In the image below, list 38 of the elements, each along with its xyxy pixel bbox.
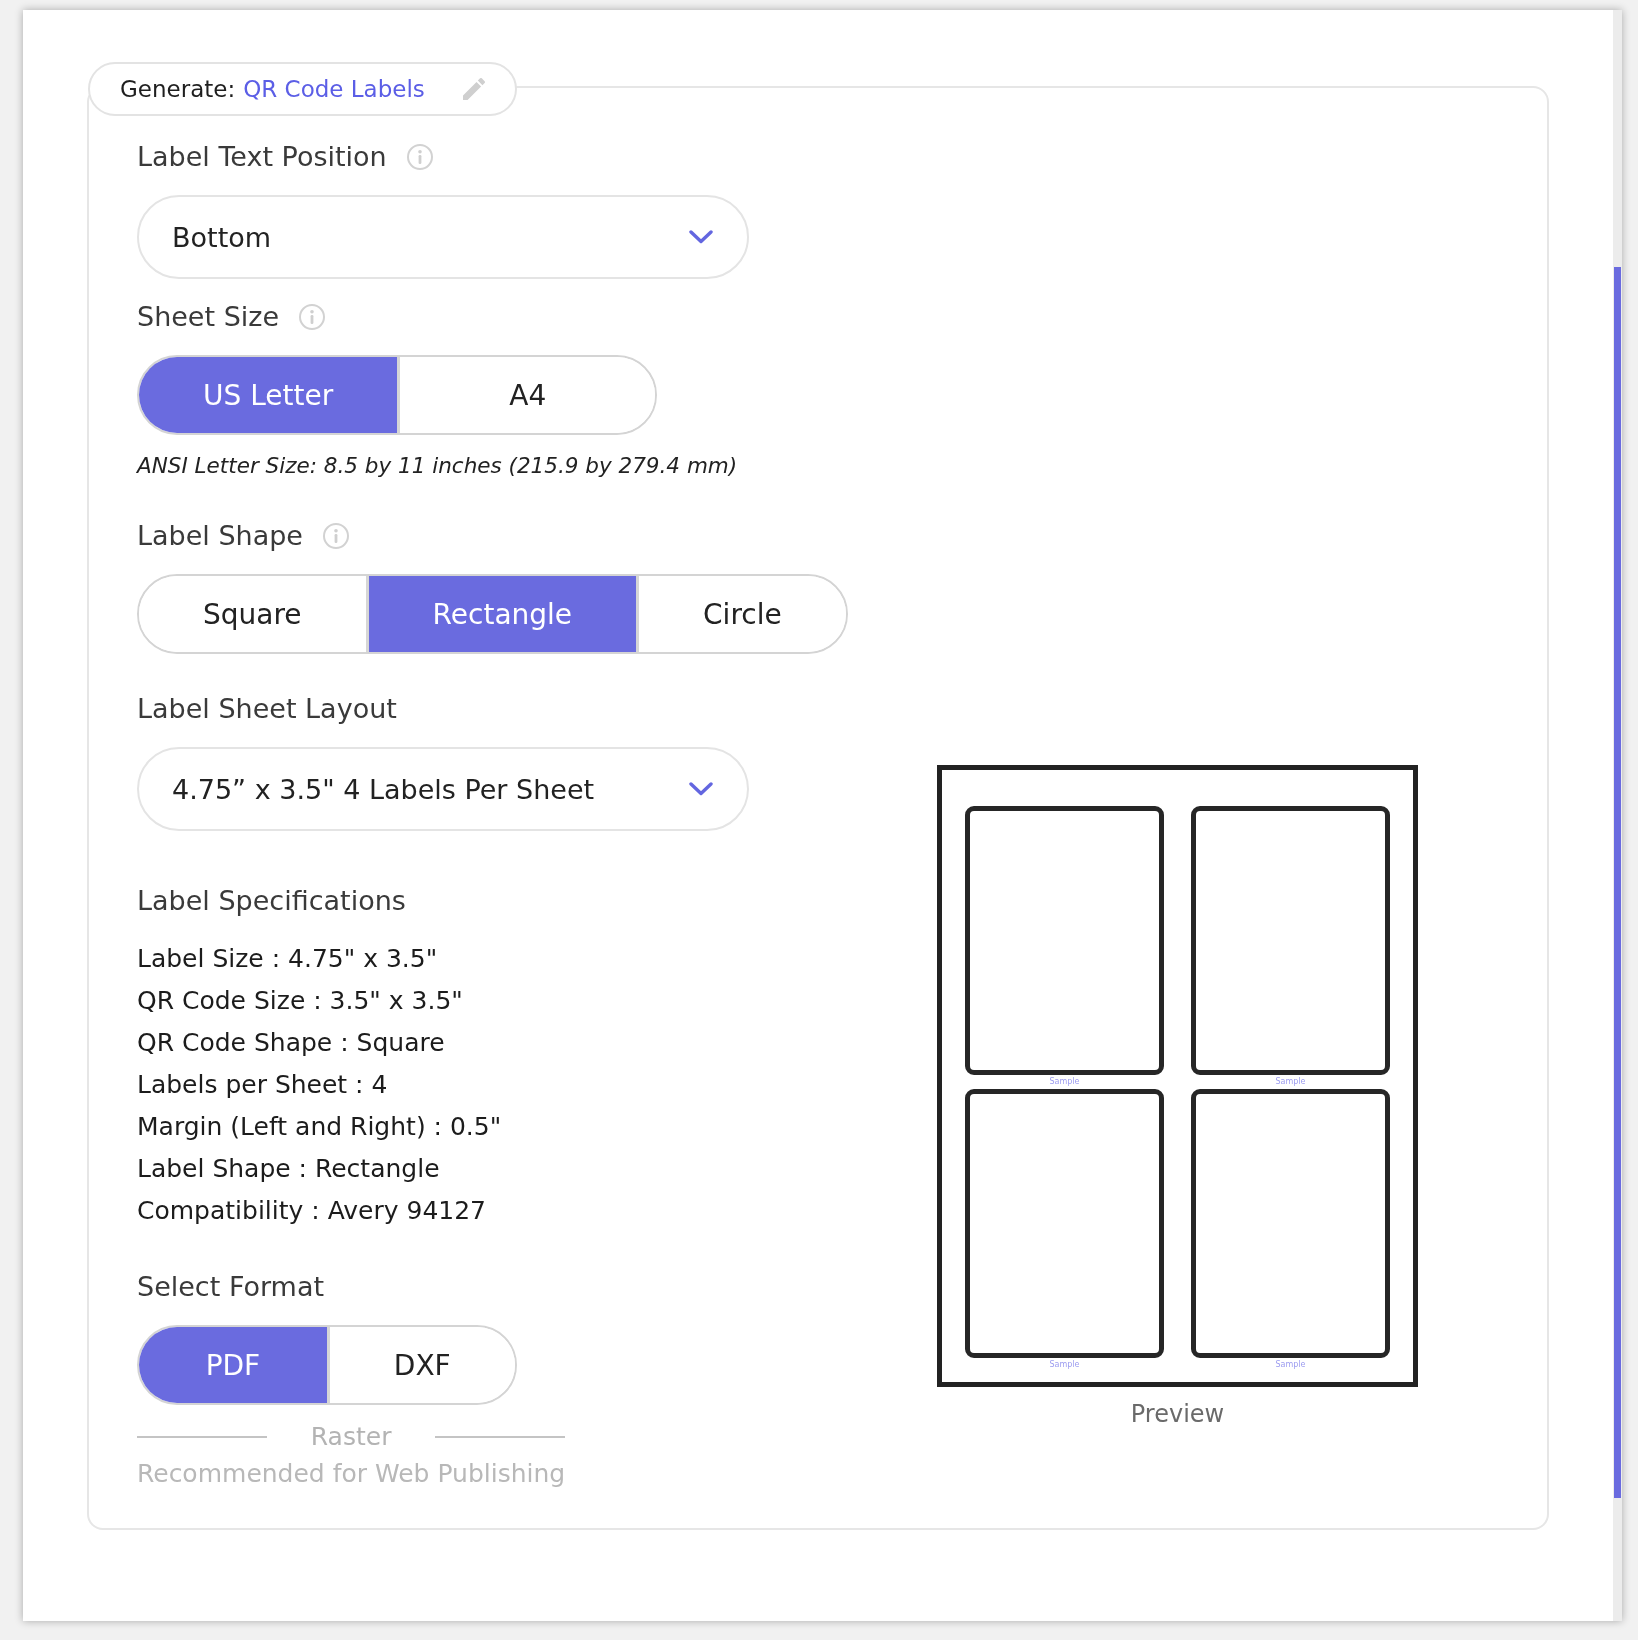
- spec-line: Compatibility : Avery 94127: [137, 1195, 488, 1227]
- field-label: Sheet Size: [137, 302, 280, 332]
- dropdown[interactable]: Bottom: [137, 195, 749, 279]
- spec-line: QR Code Size : 3.5" x 3.5": [137, 985, 464, 1017]
- field-label: Label Shape: [137, 521, 303, 551]
- generate-label: Generate:: [120, 76, 236, 102]
- spec-line: QR Code Shape : Square: [137, 1027, 446, 1059]
- spec-line: Labels per Sheet : 4: [137, 1069, 389, 1101]
- segment-button[interactable]: US Letter: [139, 357, 398, 433]
- sample-text: Sample: [1275, 1076, 1306, 1088]
- size-note: ANSI Letter Size: 8.5 by 11 inches (215.9 by 279.4 mm): [137, 452, 738, 480]
- spec-line: Margin (Left and Right) : 0.5": [137, 1111, 502, 1143]
- format-hint: Recommended for Web Publishing: [137, 1458, 566, 1490]
- info-icon[interactable]: [322, 523, 349, 549]
- preview-caption: Preview: [1130, 1399, 1225, 1429]
- chevron-down-icon: [689, 782, 713, 796]
- format-category-heading: Raster: [309, 1422, 393, 1452]
- segment-button[interactable]: DXF: [326, 1327, 515, 1403]
- info-icon[interactable]: [406, 144, 433, 170]
- scrollbar-thumb[interactable]: [1614, 267, 1621, 1498]
- info-icon[interactable]: [299, 304, 326, 330]
- segment-button[interactable]: Rectangle: [365, 576, 637, 652]
- generator-name: QR Code Labels: [243, 76, 425, 102]
- field-label: Label Specifications: [137, 886, 406, 916]
- pencil-icon[interactable]: [462, 78, 485, 100]
- segment-button[interactable]: A4: [397, 357, 656, 433]
- spec-line: Label Shape : Rectangle: [137, 1153, 441, 1185]
- dropdown[interactable]: 4.75” x 3.5" 4 Labels Per Sheet: [137, 747, 749, 831]
- sample-text: Sample: [1275, 1359, 1306, 1371]
- sample-text: Sample: [1049, 1076, 1080, 1088]
- segment-button[interactable]: PDF: [139, 1327, 327, 1403]
- chevron-down-icon: [689, 230, 713, 244]
- sample-text: Sample: [1049, 1359, 1080, 1371]
- field-label: Label Sheet Layout: [137, 694, 397, 724]
- field-label: Label Text Position: [137, 142, 387, 172]
- segment-button[interactable]: Circle: [636, 576, 846, 652]
- spec-line: Label Size : 4.75" x 3.5": [137, 943, 439, 975]
- field-label: Select Format: [137, 1272, 325, 1302]
